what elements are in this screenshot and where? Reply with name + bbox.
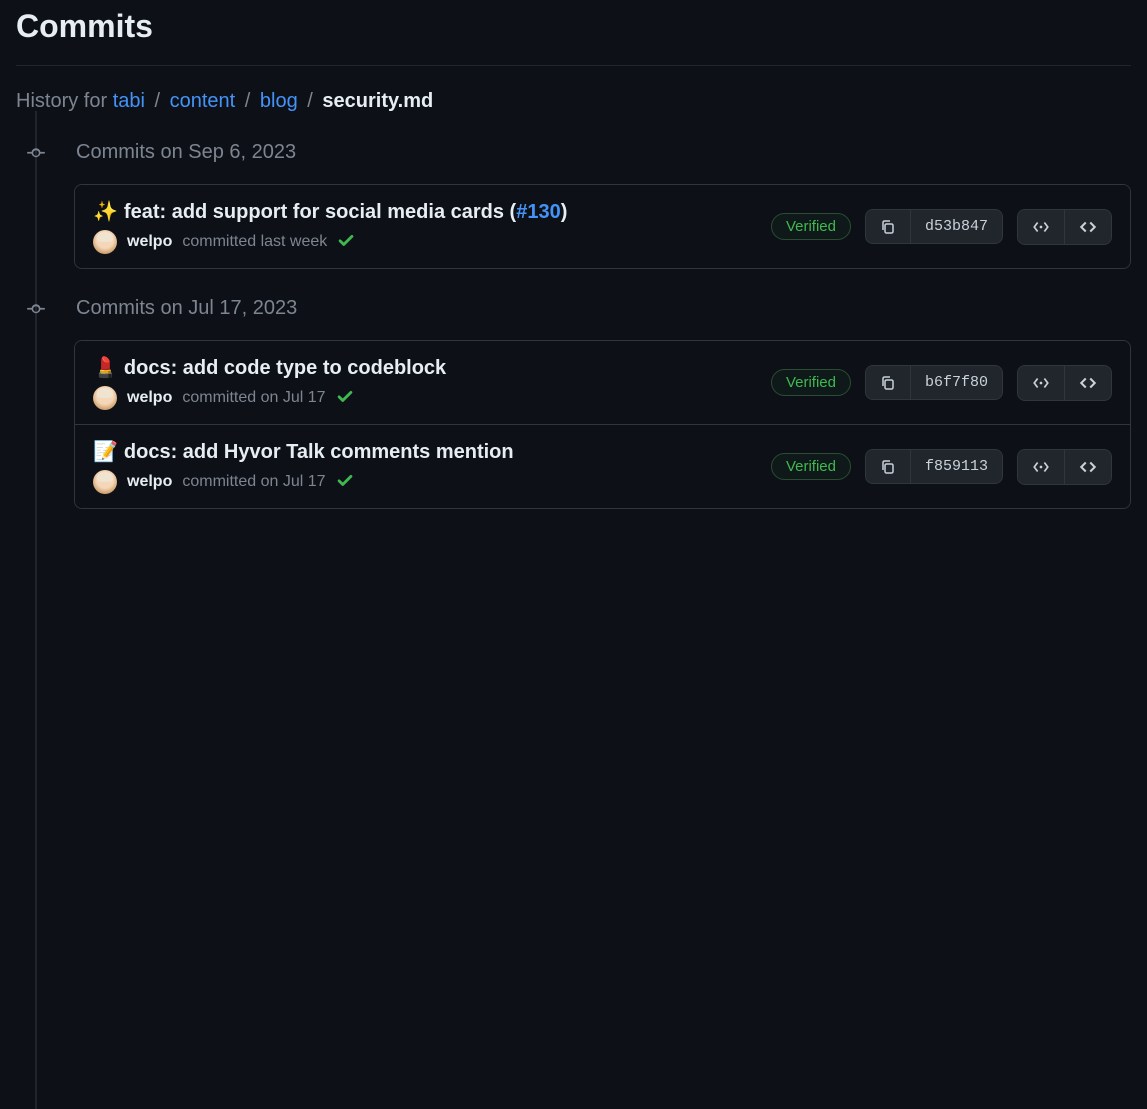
commit-time: committed last week — [182, 233, 327, 251]
avatar[interactable] — [93, 230, 117, 254]
sha-link[interactable]: f859113 — [911, 450, 1002, 483]
view-at-button[interactable] — [1018, 210, 1065, 244]
commit-title-text: docs: add Hyvor Talk comments mention — [124, 441, 514, 463]
commit-emoji: ✨ — [93, 201, 118, 223]
copy-sha-button[interactable] — [866, 210, 911, 243]
breadcrumb-sep: / — [241, 90, 255, 112]
commit-title-text: docs: add code type to codeblock — [124, 357, 446, 379]
avatar[interactable] — [93, 470, 117, 494]
check-icon[interactable] — [336, 387, 354, 410]
breadcrumb-current: security.md — [322, 90, 433, 112]
browse-code-button[interactable] — [1065, 210, 1111, 244]
commit-group-header: Commits on Sep 6, 2023 — [16, 141, 1131, 164]
commit-marker-icon — [16, 144, 56, 162]
verified-badge[interactable]: Verified — [771, 453, 851, 480]
commit-title-text: feat: add support for social media cards… — [124, 201, 516, 223]
verified-badge[interactable]: Verified — [771, 369, 851, 396]
commit-emoji: 📝 — [93, 441, 118, 463]
breadcrumb-sep: / — [303, 90, 317, 112]
commit-list: 💄docs: add code type to codeblock welpo … — [74, 340, 1131, 509]
commit-emoji: 💄 — [93, 357, 118, 379]
breadcrumb-sep: / — [151, 90, 165, 112]
breadcrumb-link-blog[interactable]: blog — [260, 90, 298, 112]
copy-sha-button[interactable] — [866, 366, 911, 399]
commit-row: ✨ feat: add support for social media card… — [75, 185, 1130, 268]
verified-badge[interactable]: Verified — [771, 213, 851, 240]
commit-title[interactable]: ✨ feat: add support for social media card… — [93, 199, 771, 224]
commit-marker-icon — [16, 300, 56, 318]
browse-code-button[interactable] — [1065, 366, 1111, 400]
commit-row: 💄docs: add code type to codeblock welpo … — [75, 341, 1130, 425]
actions-button-group — [1017, 209, 1112, 245]
check-icon[interactable] — [337, 231, 355, 254]
breadcrumb-prefix: History for — [16, 90, 107, 112]
check-icon[interactable] — [336, 471, 354, 494]
sha-link[interactable]: b6f7f80 — [911, 366, 1002, 399]
author-link[interactable]: welpo — [127, 473, 172, 491]
view-at-button[interactable] — [1018, 366, 1065, 400]
author-link[interactable]: welpo — [127, 389, 172, 407]
breadcrumb-link-content[interactable]: content — [170, 90, 236, 112]
commit-title[interactable]: 💄 docs: add code type to codeblock — [93, 355, 771, 380]
sha-button-group: d53b847 — [865, 209, 1003, 244]
copy-sha-button[interactable] — [866, 450, 911, 483]
page-title: Commits — [16, 0, 1131, 66]
commit-group-title: Commits on Jul 17, 2023 — [76, 297, 297, 320]
sha-button-group: f859113 — [865, 449, 1003, 484]
author-link[interactable]: welpo — [127, 233, 172, 251]
commit-group-header: Commits on Jul 17, 2023 — [16, 297, 1131, 320]
actions-button-group — [1017, 365, 1112, 401]
breadcrumb: History for tabi / content / blog / secu… — [16, 66, 1131, 141]
commit-group-title: Commits on Sep 6, 2023 — [76, 141, 296, 164]
pr-link[interactable]: #130 — [516, 201, 561, 223]
sha-button-group: b6f7f80 — [865, 365, 1003, 400]
commit-title-suffix: ) — [561, 201, 568, 223]
commit-time: committed on Jul 17 — [182, 389, 325, 407]
commit-timeline: Commits on Sep 6, 2023 ✨ feat: add suppor… — [16, 141, 1131, 509]
view-at-button[interactable] — [1018, 450, 1065, 484]
sha-link[interactable]: d53b847 — [911, 210, 1002, 243]
avatar[interactable] — [93, 386, 117, 410]
commit-row: 📝 docs: add Hyvor Talk comments mention w… — [75, 425, 1130, 508]
commit-list: ✨ feat: add support for social media card… — [74, 184, 1131, 269]
commit-title[interactable]: 📝 docs: add Hyvor Talk comments mention — [93, 439, 771, 464]
commit-time: committed on Jul 17 — [182, 473, 325, 491]
actions-button-group — [1017, 449, 1112, 485]
browse-code-button[interactable] — [1065, 450, 1111, 484]
breadcrumb-link-tabi[interactable]: tabi — [113, 90, 145, 112]
